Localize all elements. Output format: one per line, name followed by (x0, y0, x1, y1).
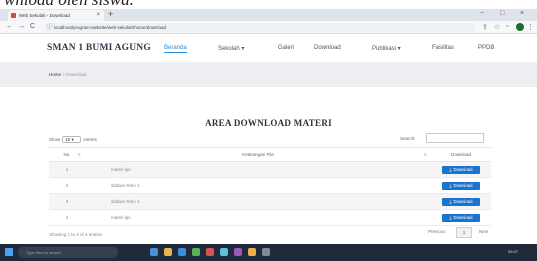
browser-tab[interactable]: Web Sekolah - Download × (8, 10, 104, 21)
file-explorer-icon[interactable] (164, 248, 172, 256)
sort-icon: ⇅ (423, 152, 427, 157)
entries-length-control: Show 10 ▾ entries (49, 136, 97, 143)
nav-galeri[interactable]: Galeri (278, 45, 294, 51)
download-button-label: Download (453, 215, 473, 220)
pagination-current[interactable]: 1 (456, 227, 472, 238)
download-icon: ⤓ (449, 215, 452, 220)
header-no-label: No. (63, 152, 71, 157)
pagination-previous[interactable]: Previous (428, 229, 446, 234)
header-download[interactable]: Download (431, 147, 491, 162)
download-icon: ⤓ (449, 167, 452, 172)
bookmark-star-icon[interactable]: ☆ (494, 23, 500, 31)
table-info: Showing 1 to 4 of 4 entries (49, 232, 103, 237)
pagination-next[interactable]: Next (479, 229, 488, 234)
header-no[interactable]: No. ⇅ (49, 147, 85, 162)
minimize-button[interactable]: − (480, 10, 484, 17)
nav-fasilitas[interactable]: Fasilitas (432, 45, 454, 51)
tab-title: Web Sekolah - Download (19, 13, 70, 18)
download-table: No. ⇅ Keterangan File ⇅ Download 1 materi … (49, 147, 491, 226)
taskbar-clock[interactable]: 09:47 (508, 249, 518, 254)
download-button-label: Download (453, 199, 473, 204)
menu-icon[interactable]: ⋮ (527, 23, 534, 31)
nav-download[interactable]: Download (314, 45, 341, 51)
table-row: 3 sbdavs Rolo 1 ⤓ Download (49, 193, 491, 210)
sort-icon: ⇅ (77, 152, 81, 157)
share-icon[interactable]: ⇪ (482, 23, 488, 31)
cell-download: ⤓ Download (431, 193, 491, 210)
download-button[interactable]: ⤓ Download (442, 181, 480, 190)
breadcrumb-current: Download (66, 72, 87, 77)
cell-no: 2 (49, 177, 85, 194)
address-bar: ← → C ⓘ localhost/program-website/web-se… (0, 21, 537, 34)
reload-icon[interactable]: C (30, 23, 35, 30)
breadcrumb-home[interactable]: Home (49, 72, 61, 77)
table-row: 1 materi ips ⤓ Download (49, 161, 491, 178)
browser-tab-bar: Web Sekolah - Download × + − □ × (0, 9, 537, 21)
url-text: localhost/program-website/web-sekolah/ho… (54, 25, 167, 30)
back-icon[interactable]: ← (6, 23, 13, 30)
site-info-icon[interactable]: ⓘ (47, 23, 52, 32)
download-icon: ⤓ (449, 183, 452, 188)
entries-select[interactable]: 10 ▾ (62, 136, 82, 143)
chrome-icon[interactable] (192, 248, 200, 256)
cell-keterangan: sbdavs Rolo 1 (85, 193, 431, 210)
app-icon[interactable] (234, 248, 242, 256)
cell-download: ⤓ Download (431, 161, 491, 178)
site-brand[interactable]: SMAN 1 BUMI AGUNG (47, 43, 151, 53)
download-button-label: Download (453, 183, 473, 188)
document-caption: wnload oleh siswa. (0, 0, 537, 9)
search-input[interactable] (426, 133, 484, 143)
nav-publikasi[interactable]: Publikasi ▾ (372, 45, 401, 52)
new-tab-button[interactable]: + (108, 9, 113, 19)
maximize-button[interactable]: □ (500, 10, 504, 17)
taskbar: Type here to search 09:47 (0, 244, 537, 261)
edge-icon[interactable] (178, 248, 186, 256)
header-keterangan[interactable]: Keterangan File ⇅ (85, 147, 431, 162)
cell-download: ⤓ Download (431, 177, 491, 194)
breadcrumb-bar: Home > Download (0, 62, 537, 87)
app-icon[interactable] (248, 248, 256, 256)
app-icon[interactable] (262, 248, 270, 256)
close-window-button[interactable]: × (520, 10, 524, 17)
show-label: Show (49, 137, 61, 142)
cell-no: 1 (49, 161, 85, 178)
page-title: AREA DOWNLOAD MATERI (205, 118, 332, 128)
download-button-label: Download (453, 167, 473, 172)
app-icon[interactable] (206, 248, 214, 256)
nav-sekolah[interactable]: Sekolah ▾ (218, 45, 244, 52)
profile-avatar[interactable] (516, 23, 524, 31)
download-icon: ⤓ (449, 199, 452, 204)
download-button[interactable]: ⤓ Download (442, 213, 480, 222)
task-view-icon[interactable] (150, 248, 158, 256)
header-download-label: Download (450, 152, 471, 157)
download-button[interactable]: ⤓ Download (442, 165, 480, 174)
download-button[interactable]: ⤓ Download (442, 197, 480, 206)
windows-start-icon[interactable] (5, 248, 13, 256)
table-row: 4 materi ips ⤓ Download (49, 209, 491, 226)
cell-keterangan: sbdavs Rolo 1 (85, 177, 431, 194)
document-caption-text: wnload oleh siswa. (4, 0, 134, 9)
forward-icon[interactable]: → (18, 23, 25, 30)
cell-no: 4 (49, 209, 85, 226)
nav-ppdb[interactable]: PPDB (478, 45, 494, 51)
cell-no: 3 (49, 193, 85, 210)
cell-keterangan: materi ips (85, 209, 431, 226)
entries-label: entries (83, 137, 97, 142)
header-keterangan-label: Keterangan File (242, 152, 274, 157)
favicon-icon (11, 13, 16, 18)
app-icon[interactable] (220, 248, 228, 256)
cell-download: ⤓ Download (431, 209, 491, 226)
search-label: Search: (400, 136, 416, 141)
url-input[interactable]: ⓘ localhost/program-website/web-sekolah/… (44, 23, 476, 32)
sidebar-icon[interactable]: ▫ (506, 23, 508, 30)
table-row: 2 sbdavs Rolo 1 ⤓ Download (49, 177, 491, 194)
site-header: SMAN 1 BUMI AGUNG Beranda Sekolah ▾ Gale… (0, 34, 537, 62)
breadcrumb: Home > Download (49, 72, 86, 77)
tab-close-icon[interactable]: × (96, 12, 100, 18)
taskbar-search-input[interactable]: Type here to search (18, 247, 118, 258)
cell-keterangan: materi ips (85, 161, 431, 178)
nav-beranda[interactable]: Beranda (164, 45, 187, 53)
